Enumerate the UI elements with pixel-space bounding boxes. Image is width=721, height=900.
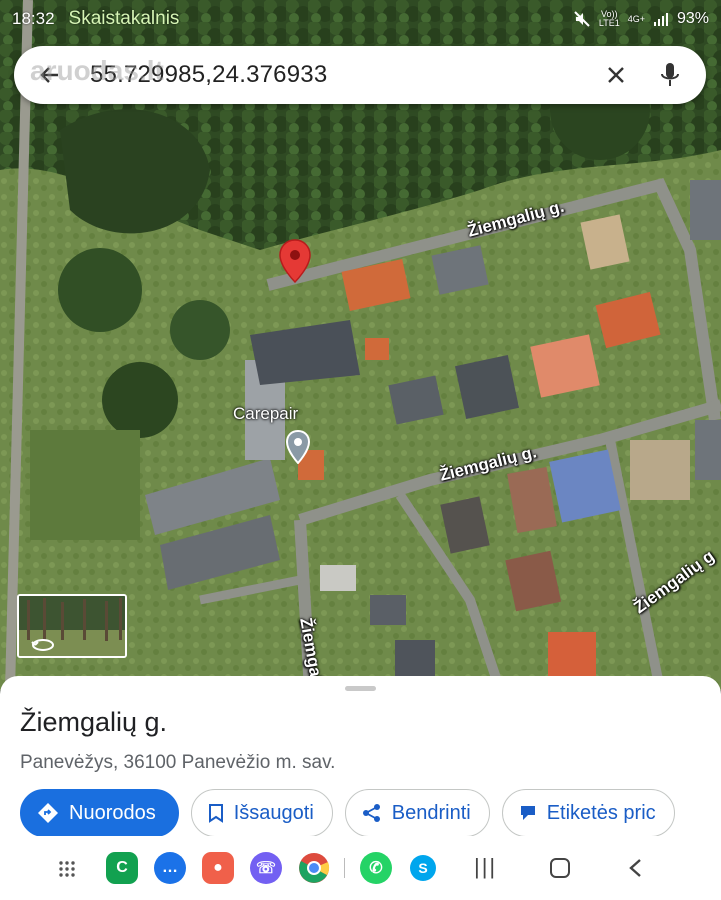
volte-icon: Vo)) LTE1	[598, 9, 620, 28]
poi-pin-icon[interactable]	[286, 430, 310, 464]
directions-icon	[38, 803, 58, 823]
place-title: Žiemgalių g.	[20, 707, 168, 737]
bookmark-icon	[208, 804, 223, 823]
voice-search-button[interactable]	[652, 57, 688, 93]
share-icon	[362, 804, 380, 822]
directions-label: Nuorodos	[69, 801, 156, 824]
whatsapp-icon[interactable]: ✆	[360, 852, 392, 884]
label-button[interactable]: Etiketės pric	[501, 789, 675, 837]
label-icon	[520, 806, 535, 820]
location-name: Skaistakalnis	[68, 8, 180, 29]
share-label: Bendrinti	[391, 801, 471, 824]
chrome-icon[interactable]	[298, 852, 330, 884]
poi-label[interactable]: Carepair	[233, 404, 298, 424]
action-chips: Nuorodos Išsaugoti Bendrinti Etiketės pr…	[20, 789, 675, 837]
app-drawer-icon[interactable]	[58, 860, 76, 878]
arrow-back-icon	[40, 67, 58, 83]
search-query[interactable]: 55.729985,24.376933	[90, 61, 598, 89]
rotate-360-icon	[31, 639, 54, 651]
location-pin-icon[interactable]	[278, 238, 312, 284]
label-label: Etiketės pric	[546, 801, 656, 824]
back-nav-icon[interactable]	[628, 858, 642, 878]
home-button[interactable]	[550, 858, 570, 878]
nav-divider	[344, 858, 345, 878]
drag-handle[interactable]	[345, 686, 376, 691]
save-button[interactable]: Išsaugoti	[190, 789, 333, 837]
back-button[interactable]	[32, 57, 68, 93]
place-address: Panevėžys, 36100 Panevėžio m. sav.	[20, 752, 336, 773]
close-icon	[608, 67, 624, 83]
place-bottom-sheet[interactable]: Žiemgalių g. Panevėžys, 36100 Panevėžio …	[0, 676, 721, 837]
signal-icon	[653, 13, 668, 26]
contacts-icon[interactable]: ●	[202, 852, 234, 884]
microphone-icon	[661, 63, 679, 86]
recent-apps-button[interactable]: |||	[474, 854, 497, 880]
share-button[interactable]: Bendrinti	[344, 789, 490, 837]
messages-icon[interactable]: …	[154, 852, 186, 884]
navigation-bar: C … ● ☏ ✆ S |||	[0, 836, 721, 900]
status-bar: 18:32 Skaistakalnis Vo)) LTE1 4G+ 93%	[0, 0, 721, 38]
search-bar[interactable]: 55.729985,24.376933	[14, 46, 706, 104]
clock: 18:32	[12, 9, 55, 28]
skype-icon[interactable]: S	[410, 855, 436, 881]
phone-icon[interactable]: C	[106, 852, 138, 884]
street-view-thumbnail[interactable]	[17, 594, 127, 658]
save-label: Išsaugoti	[233, 801, 314, 824]
clear-button[interactable]	[598, 57, 634, 93]
viber-icon[interactable]: ☏	[250, 852, 282, 884]
directions-button[interactable]: Nuorodos	[20, 789, 179, 837]
status-icons: Vo)) LTE1 4G+ 93%	[573, 10, 709, 28]
mute-icon	[574, 11, 590, 27]
battery-level: 93%	[676, 10, 709, 27]
network-icon: 4G+	[627, 13, 645, 24]
